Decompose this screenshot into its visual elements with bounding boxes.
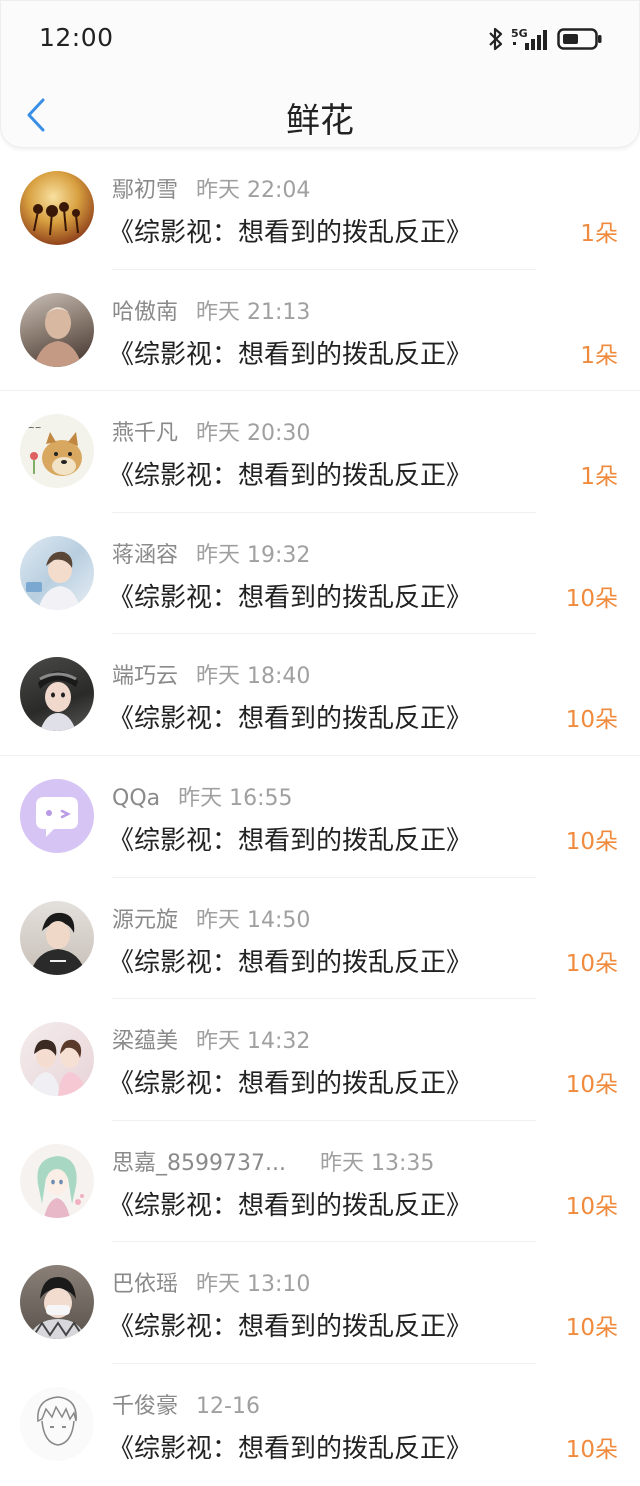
flower-count: 10朵 — [565, 828, 618, 855]
flower-count: 10朵 — [565, 1315, 618, 1342]
user-name[interactable]: 思嘉_8599737... — [112, 1151, 286, 1176]
list-item[interactable]: 哈傲南 昨天 21:13 《综影视：想看到的拨乱反正》 1朵 — [0, 270, 640, 392]
flower-count: 10朵 — [565, 707, 618, 734]
avatar[interactable] — [20, 535, 94, 610]
timestamp: 昨天 20:30 — [196, 421, 311, 447]
bluetooth-icon — [489, 27, 503, 51]
flower-silhouette-image — [33, 202, 80, 236]
user-name[interactable]: 梁蕴美 — [112, 1029, 178, 1054]
list-item[interactable]: 巴依瑶 昨天 13:10 《综影视：想看到的拨乱反正》 10朵 — [0, 1242, 640, 1364]
flower-count: 10朵 — [565, 585, 618, 612]
work-title[interactable]: 《综影视：想看到的拨乱反正》 — [108, 334, 472, 371]
portrait-image — [28, 1039, 88, 1097]
timestamp: 昨天 18:40 — [196, 664, 311, 690]
timestamp: 昨天 22:04 — [196, 178, 311, 203]
work-title[interactable]: 《综影视：想看到的拨乱反正》 — [108, 942, 472, 979]
portrait-image — [38, 671, 78, 732]
user-name[interactable]: 端巧云 — [112, 664, 178, 689]
flower-count: 1朵 — [580, 464, 618, 491]
avatar[interactable] — [20, 292, 94, 367]
avatar[interactable] — [20, 657, 94, 732]
portrait-image — [26, 551, 80, 610]
flower-count: 1朵 — [580, 221, 618, 247]
avatar[interactable] — [20, 1265, 94, 1340]
portrait-image — [28, 1277, 86, 1340]
avatar[interactable] — [20, 1386, 94, 1461]
doge-image: ~~ — [28, 423, 82, 477]
flower-count: 1朵 — [580, 342, 618, 369]
timestamp: 昨天 14:32 — [196, 1029, 311, 1055]
list-item[interactable]: 源元旋 昨天 14:50 《综影视：想看到的拨乱反正》 10朵 — [0, 878, 640, 1000]
user-name[interactable]: 蒋涵容 — [112, 543, 178, 568]
flower-count: 10朵 — [565, 1072, 618, 1099]
timestamp: 昨天 13:35 — [319, 1150, 435, 1176]
work-title[interactable]: 《综影视：想看到的拨乱反正》 — [108, 1428, 472, 1465]
user-name[interactable]: 燕千凡 — [112, 421, 178, 446]
avatar[interactable] — [20, 778, 94, 853]
work-title[interactable]: 《综影视：想看到的拨乱反正》 — [108, 577, 472, 614]
user-name[interactable]: 巴依瑶 — [112, 1272, 178, 1297]
flower-count: 10朵 — [565, 1193, 618, 1220]
timestamp: 昨天 14:50 — [196, 907, 311, 933]
chat-bubble-icon — [36, 796, 78, 837]
avatar[interactable] — [20, 1143, 94, 1218]
timestamp: 12-16 — [196, 1393, 260, 1419]
avatar[interactable]: ~~ — [20, 414, 94, 489]
list-item[interactable]: ~~ 燕千凡 昨天 20:30 《综影视：想看到的拨乱反正》 1朵 — [0, 391, 640, 513]
signal-5g-icon: 5G — [511, 27, 547, 50]
nav-header: 12:00 5G 鲜花 — [0, 0, 640, 148]
work-title[interactable]: 《综影视：想看到的拨乱反正》 — [108, 698, 472, 735]
list-item[interactable]: 蒋涵容 昨天 19:32 《综影视：想看到的拨乱反正》 10朵 — [0, 513, 640, 635]
work-title[interactable]: 《综影视：想看到的拨乱反正》 — [108, 1306, 472, 1343]
work-title[interactable]: 《综影视：想看到的拨乱反正》 — [108, 820, 472, 857]
avatar[interactable] — [20, 171, 94, 245]
list-item[interactable]: QQa 昨天 16:55 《综影视：想看到的拨乱反正》 10朵 — [0, 756, 640, 878]
list-item[interactable]: 梁蕴美 昨天 14:32 《综影视：想看到的拨乱反正》 10朵 — [0, 999, 640, 1121]
user-name[interactable]: 千俊豪 — [112, 1394, 178, 1419]
list-item[interactable]: 鄢初雪 昨天 22:04 《综影视：想看到的拨乱反正》 1朵 — [0, 148, 640, 270]
sketch-portrait-image — [37, 1396, 77, 1446]
list-item[interactable]: 思嘉_8599737... 昨天 13:35 《综影视：想看到的拨乱反正》 10朵 — [0, 1121, 640, 1243]
timestamp: 昨天 16:55 — [178, 785, 293, 811]
user-name[interactable]: 哈傲南 — [112, 300, 178, 325]
avatar[interactable] — [20, 1022, 94, 1097]
timestamp: 昨天 19:32 — [196, 542, 311, 568]
flower-list: 鄢初雪 昨天 22:04 《综影视：想看到的拨乱反正》 1朵 哈傲南 昨天 21:1… — [0, 148, 640, 1486]
work-title[interactable]: 《综影视：想看到的拨乱反正》 — [108, 1063, 472, 1100]
list-item[interactable]: 千俊豪 12-16 《综影视：想看到的拨乱反正》 10朵 — [0, 1364, 640, 1486]
flower-count: 10朵 — [565, 1436, 618, 1463]
avatar[interactable] — [20, 900, 94, 975]
battery-icon — [557, 28, 602, 50]
status-time: 12:00 — [39, 23, 114, 52]
work-title[interactable]: 《综影视：想看到的拨乱反正》 — [108, 1185, 472, 1222]
timestamp: 昨天 21:13 — [196, 299, 311, 325]
portrait-image — [30, 912, 86, 975]
svg-text:~~: ~~ — [28, 423, 41, 432]
user-name[interactable]: QQa — [112, 786, 160, 811]
flower-count: 10朵 — [565, 950, 618, 977]
page-title: 鲜花 — [286, 101, 354, 141]
network-label: 5G — [511, 27, 528, 40]
status-icons: 5G — [487, 25, 603, 53]
portrait-image — [34, 306, 82, 367]
list-item[interactable]: 端巧云 昨天 18:40 《综影视：想看到的拨乱反正》 10朵 — [0, 634, 640, 756]
anime-portrait-image — [37, 1155, 84, 1218]
timestamp: 昨天 13:10 — [196, 1272, 311, 1298]
work-title[interactable]: 《综影视：想看到的拨乱反正》 — [108, 455, 472, 492]
work-title[interactable]: 《综影视：想看到的拨乱反正》 — [108, 212, 472, 249]
user-name[interactable]: 源元旋 — [112, 908, 178, 933]
user-name[interactable]: 鄢初雪 — [112, 178, 178, 203]
